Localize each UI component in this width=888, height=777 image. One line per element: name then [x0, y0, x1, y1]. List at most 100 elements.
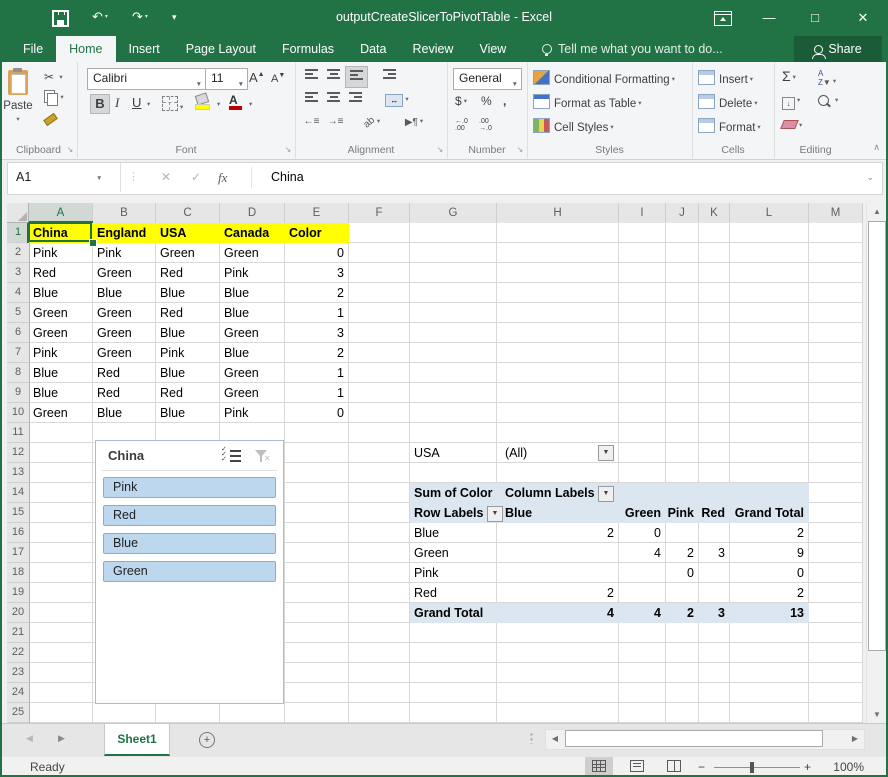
tab-nav-left-icon[interactable]: ◀	[26, 733, 33, 744]
column-header-J[interactable]: J	[666, 203, 699, 223]
cell-D2[interactable]: Green	[224, 243, 280, 263]
pivot-value[interactable]: 0	[666, 563, 694, 583]
zoom-level[interactable]: 100%	[828, 757, 864, 777]
pivot-filter-field[interactable]: USA	[414, 443, 440, 463]
horizontal-scroll-thumb[interactable]	[565, 730, 823, 747]
cell-C5[interactable]: Red	[160, 303, 215, 323]
zoom-slider-track[interactable]	[714, 767, 800, 768]
cell-A8[interactable]: Blue	[33, 363, 88, 383]
new-sheet-button[interactable]: +	[199, 732, 215, 748]
column-header-L[interactable]: L	[730, 203, 809, 223]
row-header-18[interactable]: 18	[7, 563, 29, 583]
pivot-filter-value[interactable]: (All)	[505, 443, 527, 463]
row-header-5[interactable]: 5	[7, 303, 29, 323]
row-header-20[interactable]: 20	[7, 603, 29, 623]
pivot-rowhdr-pink[interactable]: Pink	[414, 563, 438, 583]
pivot-value[interactable]: 3	[699, 543, 725, 563]
cell-E3[interactable]: 3	[289, 263, 344, 283]
pivot-values-label[interactable]: Sum of Color	[414, 483, 492, 503]
scroll-down-icon[interactable]: ▼	[867, 706, 887, 723]
row-header-9[interactable]: 9	[7, 383, 29, 403]
column-header-F[interactable]: F	[349, 203, 410, 223]
horizontal-scrollbar[interactable]: ◀ ▶	[545, 729, 865, 750]
scroll-left-icon[interactable]: ◀	[547, 730, 563, 747]
pivot-rowhdr-green[interactable]: Green	[414, 543, 449, 563]
zoom-in-button[interactable]: +	[804, 757, 811, 777]
row-header-25[interactable]: 25	[7, 703, 29, 723]
scrollbar-resize-handle[interactable]	[530, 732, 533, 744]
row-header-10[interactable]: 10	[7, 403, 29, 423]
cell-B2[interactable]: Pink	[97, 243, 151, 263]
pivot-rowhdr-blue[interactable]: Blue	[414, 523, 439, 543]
cell-E7[interactable]: 2	[289, 343, 344, 363]
pivot-value[interactable]: 4	[619, 603, 661, 623]
cell-B1[interactable]: England	[97, 223, 154, 243]
cell-D7[interactable]: Blue	[224, 343, 280, 363]
cell-E10[interactable]: 0	[289, 403, 344, 423]
pivot-colhdr-pink[interactable]: Pink	[666, 503, 694, 523]
cell-B9[interactable]: Red	[97, 383, 151, 403]
pivot-value[interactable]: 9	[730, 543, 804, 563]
row-header-11[interactable]: 11	[7, 423, 29, 443]
pivot-colhdr-green[interactable]: Green	[619, 503, 661, 523]
row-header-23[interactable]: 23	[7, 663, 29, 683]
cell-E1[interactable]: Color	[289, 223, 347, 243]
row-header-1[interactable]: 1	[7, 223, 29, 243]
cell-C10[interactable]: Blue	[160, 403, 215, 423]
cell-E6[interactable]: 3	[289, 323, 344, 343]
pivot-column-labels-dropdown[interactable]: ▼	[598, 486, 614, 502]
cell-B5[interactable]: Green	[97, 303, 151, 323]
vertical-scrollbar[interactable]: ▲ ▼	[866, 203, 887, 723]
cell-A6[interactable]: Green	[33, 323, 88, 343]
page-break-view-button[interactable]	[660, 757, 688, 777]
row-header-2[interactable]: 2	[7, 243, 29, 263]
cell-D4[interactable]: Blue	[224, 283, 280, 303]
row-header-17[interactable]: 17	[7, 543, 29, 563]
column-header-K[interactable]: K	[699, 203, 730, 223]
select-all-button[interactable]	[7, 203, 29, 223]
pivot-value[interactable]: 2	[497, 583, 614, 603]
slicer-item-green[interactable]: Green	[103, 561, 276, 582]
column-header-A[interactable]: A	[29, 203, 93, 223]
cell-A5[interactable]: Green	[33, 303, 88, 323]
cell-D1[interactable]: Canada	[224, 223, 283, 243]
cell-D8[interactable]: Green	[224, 363, 280, 383]
column-header-H[interactable]: H	[497, 203, 619, 223]
pivot-filter-dropdown[interactable]: ▼	[598, 445, 614, 461]
cell-E5[interactable]: 1	[289, 303, 344, 323]
cell-B7[interactable]: Green	[97, 343, 151, 363]
cell-C1[interactable]: USA	[160, 223, 218, 243]
row-header-24[interactable]: 24	[7, 683, 29, 703]
pivot-value[interactable]: 0	[619, 523, 661, 543]
row-header-4[interactable]: 4	[7, 283, 29, 303]
row-header-6[interactable]: 6	[7, 323, 29, 343]
row-header-12[interactable]: 12	[7, 443, 29, 463]
cell-C9[interactable]: Red	[160, 383, 215, 403]
sheet-tab-sheet1[interactable]: Sheet1	[104, 724, 170, 756]
fill-handle[interactable]	[89, 239, 97, 247]
cell-C2[interactable]: Green	[160, 243, 215, 263]
slicer-multiselect-icon[interactable]	[223, 450, 241, 464]
slicer-item-red[interactable]: Red	[103, 505, 276, 526]
cell-E9[interactable]: 1	[289, 383, 344, 403]
pivot-row-labels[interactable]: Row Labels	[414, 503, 483, 523]
pivot-value[interactable]: 2	[666, 603, 694, 623]
normal-view-button[interactable]	[585, 757, 613, 777]
pivot-value[interactable]: 3	[699, 603, 725, 623]
zoom-out-button[interactable]: −	[698, 757, 705, 777]
pivot-column-labels[interactable]: Column Labels	[505, 483, 595, 503]
slicer-item-blue[interactable]: Blue	[103, 533, 276, 554]
pivot-value[interactable]: 2	[666, 543, 694, 563]
vertical-scroll-thumb[interactable]	[868, 221, 886, 651]
cell-D3[interactable]: Pink	[224, 263, 280, 283]
slicer-clear-filter-icon[interactable]: ✕	[253, 450, 271, 465]
pivot-colhdr-grand-total[interactable]: Grand Total	[730, 503, 804, 523]
pivot-value[interactable]: 2	[730, 583, 804, 603]
cell-D6[interactable]: Green	[224, 323, 280, 343]
cell-E2[interactable]: 0	[289, 243, 344, 263]
zoom-slider-thumb[interactable]	[750, 762, 754, 773]
cell-B3[interactable]: Green	[97, 263, 151, 283]
pivot-value[interactable]: 0	[730, 563, 804, 583]
column-header-G[interactable]: G	[410, 203, 497, 223]
cell-A4[interactable]: Blue	[33, 283, 88, 303]
